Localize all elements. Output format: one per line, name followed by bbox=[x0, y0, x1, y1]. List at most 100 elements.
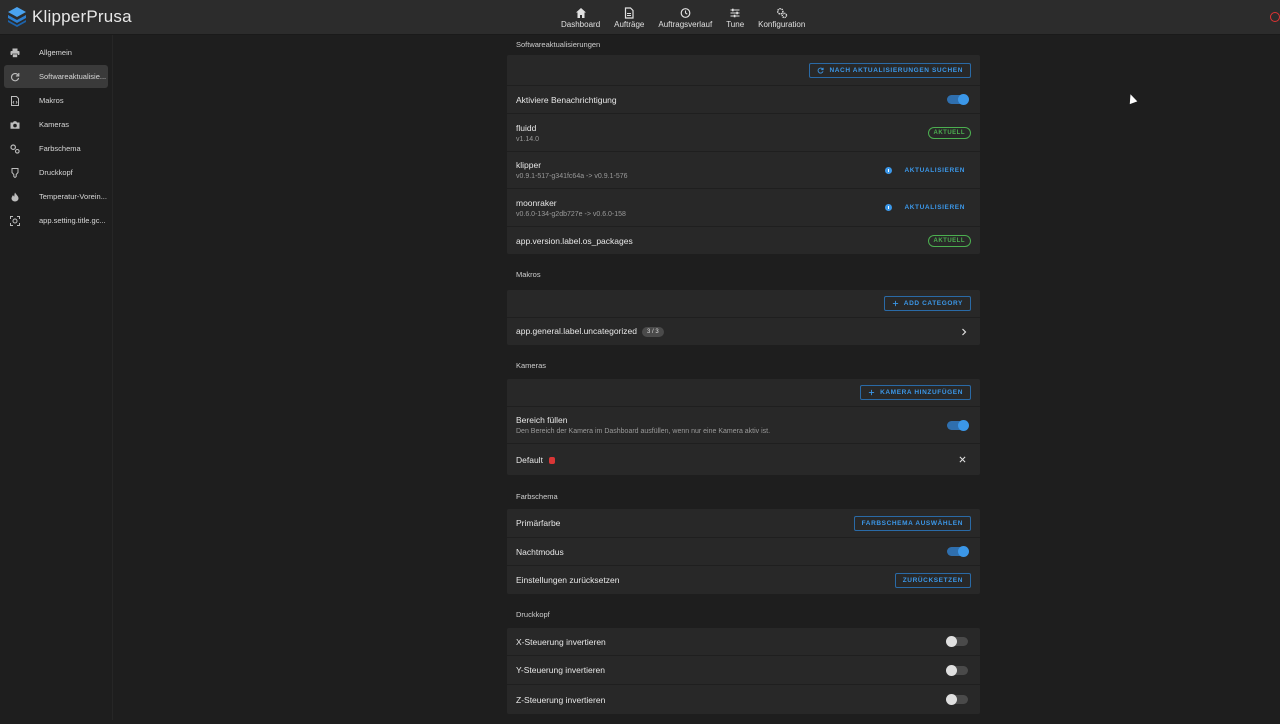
dark-mode-row: Nachtmodus bbox=[507, 538, 980, 566]
reset-settings-row: Einstellungen zurücksetzen ZURÜCKSETZEN bbox=[507, 566, 980, 594]
sidebar-item-label: Temperatur-Vorein... bbox=[39, 192, 107, 201]
brand[interactable]: KlipperPrusa bbox=[8, 7, 132, 27]
nav-jobs-label: Aufträge bbox=[614, 19, 645, 29]
invert-x-row: X-Steuerung invertieren bbox=[507, 628, 980, 656]
nav-jobs[interactable]: Aufträge bbox=[607, 0, 651, 35]
sidebar-item-label: Allgemein bbox=[39, 48, 72, 57]
component-version: v0.6.0-134-g2db727e -> v0.6.0-158 bbox=[516, 210, 626, 218]
sidebar-item-gcode-preview[interactable]: app.setting.title.gc... bbox=[4, 209, 108, 232]
invert-y-toggle[interactable] bbox=[946, 664, 968, 676]
component-name: klipper bbox=[516, 160, 542, 170]
plus-icon bbox=[892, 300, 898, 307]
section-title-toolhead: Druckkopf bbox=[516, 610, 550, 619]
macro-category-row[interactable]: app.general.label.uncategorized 3 / 3 bbox=[507, 318, 980, 345]
component-version: v0.9.1-517-g341fc64a -> v0.9.1-576 bbox=[516, 173, 628, 180]
settings-content: Softwareaktualisierungen NACH AKTUALISIE… bbox=[507, 35, 980, 724]
component-name: fluidd bbox=[516, 122, 537, 133]
sliders-icon bbox=[730, 8, 740, 17]
fire-icon bbox=[11, 192, 19, 201]
section-title-macros: Makros bbox=[516, 270, 541, 279]
info-icon[interactable] bbox=[885, 204, 893, 211]
notify-row: Aktiviere Benachrichtigung bbox=[507, 86, 980, 114]
fill-area-description: Den Bereich der Kamera im Dashboard ausf… bbox=[516, 428, 771, 435]
cameras-card: KAMERA HINZUFÜGEN Bereich füllen Den Ber… bbox=[507, 379, 980, 475]
nav-dashboard[interactable]: Dashboard bbox=[554, 0, 607, 35]
nav-dashboard-label: Dashboard bbox=[561, 19, 601, 29]
sidebar-item-label: Kameras bbox=[39, 120, 70, 129]
nozzle-icon bbox=[11, 167, 19, 178]
gears-icon bbox=[776, 7, 787, 18]
sidebar-item-general[interactable]: Allgemein bbox=[4, 41, 108, 64]
choose-theme-label: FARBSCHEMA AUSWÄHLEN bbox=[861, 519, 963, 527]
gcode-icon bbox=[10, 215, 20, 226]
reset-button[interactable]: ZURÜCKSETZEN bbox=[894, 572, 971, 588]
reset-settings-label: Einstellungen zurücksetzen bbox=[516, 575, 620, 585]
camera-name: Default bbox=[516, 454, 543, 465]
updates-toolbar-row: NACH AKTUALISIERUNGEN SUCHEN bbox=[507, 55, 980, 86]
component-name: moonraker bbox=[516, 197, 557, 208]
invert-y-row: Y-Steuerung invertieren bbox=[507, 656, 980, 685]
invert-z-toggle[interactable] bbox=[946, 694, 968, 705]
home-icon bbox=[575, 7, 586, 18]
app-bar: KlipperPrusa Dashboard Aufträge Auftrags… bbox=[0, 0, 1280, 35]
sidebar-item-label: Farbschema bbox=[39, 144, 81, 153]
add-category-button[interactable]: ADD CATEGORY bbox=[883, 296, 971, 311]
sidebar-item-label: app.setting.title.gc... bbox=[39, 216, 106, 225]
update-moonraker-button[interactable]: AKTUALISIEREN bbox=[904, 204, 965, 211]
section-title-updates: Softwareaktualisierungen bbox=[516, 40, 601, 49]
invert-x-label: X-Steuerung invertieren bbox=[516, 636, 606, 647]
add-camera-button[interactable]: KAMERA HINZUFÜGEN bbox=[860, 385, 971, 400]
sidebar-item-cameras[interactable]: Kameras bbox=[4, 113, 108, 136]
klipper-logo-icon bbox=[8, 7, 26, 27]
invert-z-label: Z-Steuerung invertieren bbox=[516, 694, 606, 705]
camera-icon bbox=[10, 120, 20, 129]
update-row-os-packages: app.version.label.os_packages AKTUELL bbox=[507, 227, 980, 254]
update-row-fluidd: fluidd v1.14.0 AKTUELL bbox=[507, 114, 980, 152]
refresh-icon bbox=[818, 67, 824, 73]
check-updates-label: NACH AKTUALISIERUNGEN SUCHEN bbox=[829, 66, 963, 74]
close-icon[interactable] bbox=[959, 456, 966, 463]
app-title: KlipperPrusa bbox=[32, 7, 132, 26]
mouse-cursor-icon bbox=[1126, 92, 1138, 105]
nav-tune[interactable]: Tune bbox=[719, 0, 751, 35]
main-nav: Dashboard Aufträge Auftragsverlauf Tune … bbox=[554, 0, 812, 35]
sidebar-item-label: Softwareaktualisie... bbox=[39, 72, 107, 81]
component-name: app.version.label.os_packages bbox=[516, 235, 633, 246]
webcam-icon bbox=[548, 456, 555, 464]
sidebar-item-software-updates[interactable]: Softwareaktualisie... bbox=[4, 65, 108, 88]
sidebar-item-label: Druckkopf bbox=[39, 168, 73, 177]
sidebar-item-macros[interactable]: Makros bbox=[4, 89, 108, 112]
macros-toolbar-row: ADD CATEGORY bbox=[507, 290, 980, 318]
check-updates-button[interactable]: NACH AKTUALISIERUNGEN SUCHEN bbox=[809, 62, 971, 78]
notify-toggle[interactable] bbox=[947, 94, 969, 105]
invert-z-row: Z-Steuerung invertieren bbox=[507, 685, 980, 714]
camera-row-default[interactable]: Default bbox=[507, 444, 980, 475]
update-klipper-button[interactable]: AKTUALISIEREN bbox=[904, 167, 965, 174]
update-row-moonraker: moonraker v0.6.0-134-g2db727e -> v0.6.0-… bbox=[507, 189, 980, 227]
invert-y-label: Y-Steuerung invertieren bbox=[516, 665, 605, 675]
file-icon bbox=[625, 6, 634, 19]
sidebar-item-toolhead[interactable]: Druckkopf bbox=[4, 161, 108, 184]
notify-label: Aktiviere Benachrichtigung bbox=[516, 94, 617, 105]
nav-configuration-label: Konfiguration bbox=[758, 19, 806, 29]
chevron-right-icon[interactable] bbox=[960, 328, 968, 336]
dark-mode-toggle[interactable] bbox=[947, 546, 969, 557]
invert-x-toggle[interactable] bbox=[946, 636, 968, 647]
macro-category-label: app.general.label.uncategorized bbox=[516, 326, 637, 337]
fill-area-row: Bereich füllen Den Bereich der Kamera im… bbox=[507, 407, 980, 444]
macro-category: app.general.label.uncategorized 3 / 3 bbox=[516, 326, 960, 337]
file-code-icon bbox=[11, 95, 19, 106]
sidebar-item-theme[interactable]: Farbschema bbox=[4, 137, 108, 160]
info-icon[interactable] bbox=[885, 166, 893, 174]
choose-theme-button[interactable]: FARBSCHEMA AUSWÄHLEN bbox=[853, 515, 971, 531]
nav-history[interactable]: Auftragsverlauf bbox=[651, 0, 719, 35]
fill-area-label: Bereich füllen bbox=[516, 415, 568, 425]
sidebar-item-temperature-presets[interactable]: Temperatur-Vorein... bbox=[4, 185, 108, 208]
nav-configuration[interactable]: Konfiguration bbox=[751, 0, 812, 35]
macro-count-chip: 3 / 3 bbox=[641, 326, 664, 337]
macros-card: ADD CATEGORY app.general.label.uncategor… bbox=[507, 290, 980, 345]
add-category-label: ADD CATEGORY bbox=[903, 300, 963, 307]
power-icon[interactable] bbox=[1270, 12, 1280, 22]
camera-default: Default bbox=[516, 455, 959, 465]
fill-area-toggle[interactable] bbox=[947, 419, 969, 431]
